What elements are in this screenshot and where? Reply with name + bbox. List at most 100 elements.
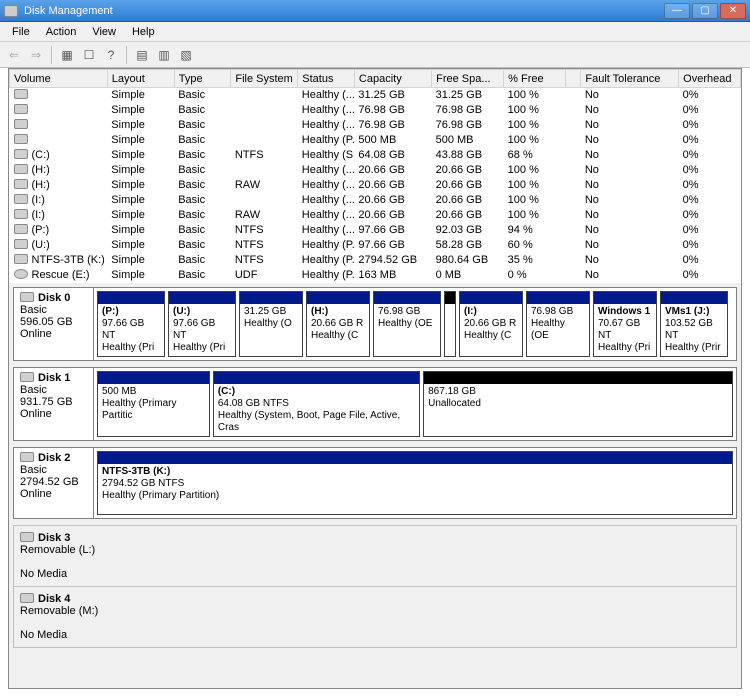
properties-icon[interactable]: ▦: [57, 45, 77, 65]
partition-bar: [374, 292, 440, 304]
partition-bar: [98, 452, 732, 464]
partition[interactable]: 31.25 GBHealthy (O: [239, 291, 303, 357]
graphical-view-pane: Disk 0Basic596.05 GBOnline(P:)97.66 GB N…: [9, 283, 741, 688]
partition[interactable]: (U:)97.66 GB NTHealthy (Pri: [168, 291, 236, 357]
volume-row[interactable]: (C:)SimpleBasicNTFSHealthy (S...64.08 GB…: [10, 148, 741, 163]
disk-row[interactable]: Disk 0Basic596.05 GBOnline(P:)97.66 GB N…: [13, 287, 737, 361]
removable-disk-row[interactable]: Disk 4Removable (M:)No Media: [13, 586, 737, 648]
partition[interactable]: 867.18 GBUnallocated: [423, 371, 733, 437]
volume-icon: [14, 164, 28, 174]
volume-icon: [14, 89, 28, 99]
menu-bar: File Action View Help: [0, 22, 750, 42]
minimize-button[interactable]: —: [664, 3, 690, 19]
partition[interactable]: (I:)20.66 GB RHealthy (C: [459, 291, 523, 357]
partition[interactable]: 76.98 GBHealthy (OE: [526, 291, 590, 357]
partition[interactable]: Windows 170.67 GB NTHealthy (Pri: [593, 291, 657, 357]
column-header[interactable]: % Free: [504, 70, 566, 88]
disk-icon[interactable]: ▥: [154, 45, 174, 65]
column-header[interactable]: Volume: [10, 70, 108, 88]
content-area: VolumeLayoutTypeFile SystemStatusCapacit…: [8, 68, 742, 689]
partitions-area: 500 MBHealthy (Primary Partitic(C:)64.08…: [94, 368, 736, 440]
toolbar: ⇐ ⇒ ▦ ☐ ? ▤ ▥ ▧: [0, 42, 750, 68]
volume-row[interactable]: (P:)SimpleBasicNTFSHealthy (...97.66 GB9…: [10, 223, 741, 238]
partition[interactable]: 500 MBHealthy (Primary Partitic: [97, 371, 210, 437]
column-header[interactable]: Status: [298, 70, 355, 88]
partition-bar: [307, 292, 369, 304]
column-header[interactable]: Fault Tolerance: [581, 70, 679, 88]
volume-row[interactable]: (H:)SimpleBasicHealthy (...20.66 GB20.66…: [10, 163, 741, 178]
partitions-area: NTFS-3TB (K:)2794.52 GB NTFSHealthy (Pri…: [94, 448, 736, 518]
disk-icon: [20, 372, 34, 382]
title-bar: Disk Management — ▢ ✕: [0, 0, 750, 22]
volume-row[interactable]: SimpleBasicHealthy (...76.98 GB76.98 GB1…: [10, 103, 741, 118]
cd-icon: [14, 269, 28, 279]
partition-bar: [445, 292, 455, 304]
volume-row[interactable]: SimpleBasicHealthy (P...500 MB500 MB100 …: [10, 133, 741, 148]
volume-icon: [14, 104, 28, 114]
column-header[interactable]: Capacity: [354, 70, 431, 88]
settings-icon[interactable]: ▤: [132, 45, 152, 65]
app-icon: [4, 5, 18, 17]
partition-bar: [460, 292, 522, 304]
volume-icon: [14, 254, 28, 264]
help-icon[interactable]: ?: [101, 45, 121, 65]
volume-row[interactable]: (I:)SimpleBasicRAWHealthy (...20.66 GB20…: [10, 208, 741, 223]
menu-file[interactable]: File: [4, 24, 38, 40]
disk-info: Disk 2Basic2794.52 GBOnline: [14, 448, 94, 518]
forward-icon[interactable]: ⇒: [26, 45, 46, 65]
column-header[interactable]: Overhead: [679, 70, 741, 88]
volume-table[interactable]: VolumeLayoutTypeFile SystemStatusCapacit…: [9, 69, 741, 283]
partition-bar: [169, 292, 235, 304]
partition-bar: [214, 372, 419, 384]
column-header[interactable]: File System: [231, 70, 298, 88]
partition[interactable]: (P:)97.66 GB NTHealthy (Pri: [97, 291, 165, 357]
disk-icon: [20, 532, 34, 542]
list-icon[interactable]: ▧: [176, 45, 196, 65]
volume-row[interactable]: (H:)SimpleBasicRAWHealthy (...20.66 GB20…: [10, 178, 741, 193]
volume-row[interactable]: (I:)SimpleBasicHealthy (...20.66 GB20.66…: [10, 193, 741, 208]
partition[interactable]: VMs1 (J:)103.52 GB NTHealthy (Prir: [660, 291, 728, 357]
removable-disk-row[interactable]: Disk 3Removable (L:)No Media: [13, 525, 737, 586]
column-header[interactable]: Type: [174, 70, 231, 88]
back-icon[interactable]: ⇐: [4, 45, 24, 65]
partitions-area: (P:)97.66 GB NTHealthy (Pri(U:)97.66 GB …: [94, 288, 736, 360]
volume-icon: [14, 134, 28, 144]
partition-bar: [98, 292, 164, 304]
partition[interactable]: (H:)20.66 GB RHealthy (C: [306, 291, 370, 357]
maximize-button[interactable]: ▢: [692, 3, 718, 19]
volume-row[interactable]: SimpleBasicHealthy (...76.98 GB76.98 GB1…: [10, 118, 741, 133]
column-header[interactable]: Layout: [107, 70, 174, 88]
partition[interactable]: NTFS-3TB (K:)2794.52 GB NTFSHealthy (Pri…: [97, 451, 733, 515]
refresh-icon[interactable]: ☐: [79, 45, 99, 65]
volume-row[interactable]: Rescue (E:)SimpleBasicUDFHealthy (P...16…: [10, 268, 741, 283]
partition-bar: [98, 372, 209, 384]
partition[interactable]: [444, 291, 456, 357]
volume-list-pane: VolumeLayoutTypeFile SystemStatusCapacit…: [9, 69, 741, 283]
window-title: Disk Management: [24, 5, 113, 17]
partition-bar: [661, 292, 727, 304]
disk-row[interactable]: Disk 2Basic2794.52 GBOnlineNTFS-3TB (K:)…: [13, 447, 737, 519]
menu-action[interactable]: Action: [38, 24, 85, 40]
partition-bar: [527, 292, 589, 304]
menu-view[interactable]: View: [84, 24, 124, 40]
volume-row[interactable]: (U:)SimpleBasicNTFSHealthy (P...97.66 GB…: [10, 238, 741, 253]
volume-icon: [14, 149, 28, 159]
partition[interactable]: (C:)64.08 GB NTFSHealthy (System, Boot, …: [213, 371, 420, 437]
partition-bar: [424, 372, 732, 384]
partition-bar: [594, 292, 656, 304]
volume-row[interactable]: NTFS-3TB (K:)SimpleBasicNTFSHealthy (P..…: [10, 253, 741, 268]
volume-icon: [14, 179, 28, 189]
disk-icon: [20, 292, 34, 302]
partition[interactable]: 76.98 GBHealthy (OE: [373, 291, 441, 357]
disk-row[interactable]: Disk 1Basic931.75 GBOnline500 MBHealthy …: [13, 367, 737, 441]
volume-row[interactable]: SimpleBasicHealthy (...31.25 GB31.25 GB1…: [10, 88, 741, 103]
column-header[interactable]: [565, 70, 580, 88]
column-header[interactable]: Free Spa...: [432, 70, 504, 88]
volume-icon: [14, 209, 28, 219]
menu-help[interactable]: Help: [124, 24, 163, 40]
disk-info: Disk 0Basic596.05 GBOnline: [14, 288, 94, 360]
partition-bar: [240, 292, 302, 304]
disk-icon: [20, 452, 34, 462]
close-button[interactable]: ✕: [720, 3, 746, 19]
volume-icon: [14, 119, 28, 129]
